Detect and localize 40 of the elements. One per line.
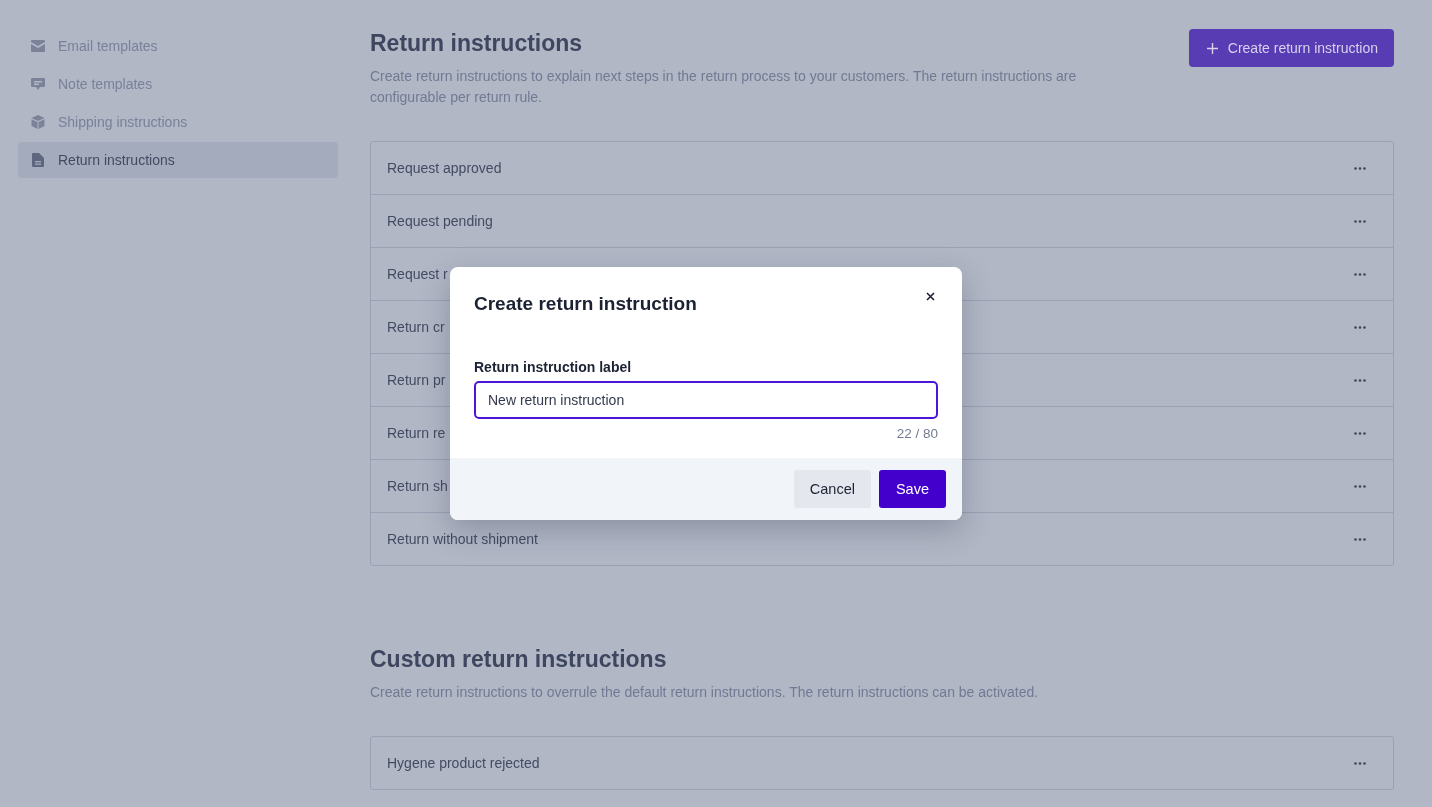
save-button[interactable]: Save: [878, 470, 946, 508]
cube-icon: [31, 115, 45, 129]
more-options-icon[interactable]: [1354, 761, 1366, 765]
section-title: Return instructions: [370, 30, 584, 57]
more-options-icon[interactable]: [1354, 378, 1366, 382]
instruction-label: Return pr: [387, 372, 446, 388]
sidebar-item-label: Note templates: [58, 76, 153, 92]
section-description: Create return instructions to overrule the default return instructions. The return instructions can be activated.: [370, 683, 1039, 702]
instruction-label: Return cr: [387, 319, 445, 335]
sidebar-item-label: Shipping instructions: [58, 114, 188, 130]
character-counter: 22 / 80: [895, 426, 938, 441]
more-options-icon[interactable]: [1354, 484, 1366, 488]
section-description: Create return instructions to explain next steps in the return process to your customers. The return instructions are configurable per return rule.: [370, 67, 1078, 107]
cancel-button[interactable]: Cancel: [793, 470, 871, 508]
instruction-label: Return without shipment: [387, 531, 538, 547]
more-options-icon[interactable]: [1354, 272, 1366, 276]
plus-icon: [1206, 42, 1218, 54]
sidebar-item[interactable]: Return instructions: [18, 142, 338, 178]
instruction-label: Hygene product rejected: [387, 755, 540, 771]
document-icon: [31, 153, 45, 167]
sidebar-item-label: Return instructions: [58, 152, 175, 168]
more-options-icon[interactable]: [1354, 431, 1366, 435]
input-field[interactable]: New return instruction: [474, 381, 938, 419]
envelope-icon: [31, 40, 45, 52]
more-options-icon[interactable]: [1354, 219, 1366, 223]
instruction-label: Request approved: [387, 160, 502, 176]
speech-bubble-icon: [31, 77, 45, 91]
field-label: Return instruction label: [474, 359, 633, 375]
more-options-icon[interactable]: [1354, 325, 1366, 329]
close-icon[interactable]: [926, 292, 935, 301]
more-options-icon[interactable]: [1354, 166, 1366, 170]
instruction-label: Return sh: [387, 478, 448, 494]
section-title: Custom return instructions: [370, 646, 668, 673]
instruction-label: Return re: [387, 425, 446, 441]
more-options-icon[interactable]: [1354, 537, 1366, 541]
instruction-label: Request pending: [387, 213, 493, 229]
instruction-label: Request r: [387, 266, 448, 282]
sidebar-item-label: Email templates: [58, 38, 158, 54]
create-button[interactable]: Create return instruction: [1188, 29, 1394, 67]
dialog-title: Create return instruction: [474, 293, 697, 315]
